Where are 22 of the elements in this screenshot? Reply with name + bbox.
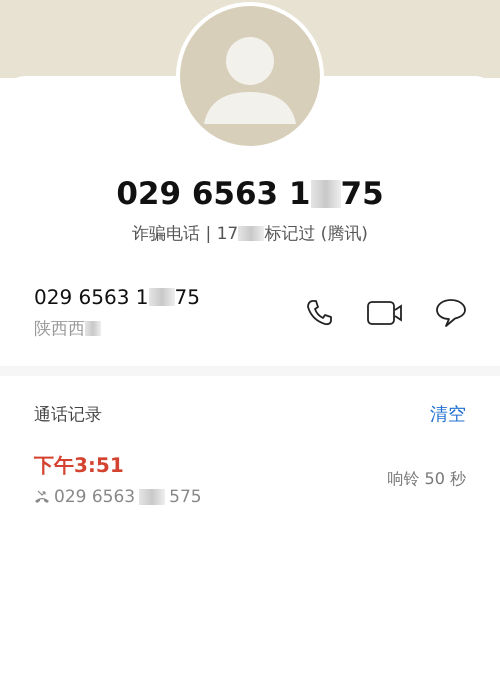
- message-icon[interactable]: [435, 298, 467, 328]
- redaction-mark: [148, 288, 175, 306]
- section-title: 通话记录: [34, 404, 102, 426]
- caller-tag: 标记过 (腾讯): [264, 222, 368, 245]
- phone-number: 75: [340, 176, 384, 212]
- redaction-mark: [238, 226, 264, 242]
- call-time: 下午3:51: [34, 452, 125, 479]
- phone-number: 575: [169, 487, 202, 507]
- missed-call-icon: [34, 490, 50, 504]
- location-text: 陕西西: [34, 318, 85, 340]
- call-duration: 响铃 50 秒: [387, 469, 466, 490]
- video-icon[interactable]: [367, 300, 403, 326]
- phone-number: 029 6563 1: [34, 285, 149, 309]
- phone-number: 029 6563: [54, 487, 136, 507]
- redaction-mark: [139, 489, 166, 505]
- clear-button[interactable]: 清空: [430, 402, 466, 426]
- phone-number: 029 6563 1: [116, 176, 310, 212]
- phone-icon[interactable]: [305, 298, 335, 328]
- redaction-mark: [85, 320, 101, 336]
- caller-tag: 诈骗电话 | 17: [132, 222, 238, 245]
- phone-number: 75: [174, 285, 200, 309]
- redaction-mark: [310, 180, 340, 208]
